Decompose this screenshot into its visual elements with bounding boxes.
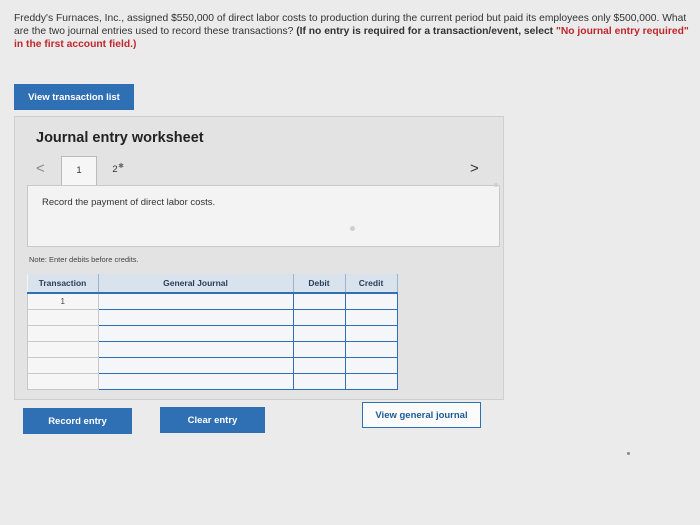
instruction-panel [27, 185, 500, 247]
worksheet-title: Journal entry worksheet [36, 130, 204, 146]
transaction-cell [27, 341, 99, 358]
transaction-cell [27, 357, 99, 374]
clear-entry-button[interactable]: Clear entry [160, 407, 265, 433]
screen-speck [627, 452, 630, 455]
account-select[interactable] [97, 325, 294, 342]
tab-2[interactable]: 2 ✱ [100, 160, 130, 184]
note-text: Note: Enter debits before credits. [29, 255, 139, 264]
screen-speck [350, 226, 355, 231]
record-entry-button[interactable]: Record entry [23, 408, 132, 434]
account-select[interactable] [97, 357, 294, 374]
table-row [27, 373, 398, 390]
view-general-journal-button[interactable]: View general journal [362, 402, 481, 428]
view-transaction-list-button[interactable]: View transaction list [14, 84, 134, 110]
instruction-text: Record the payment of direct labor costs… [42, 197, 216, 208]
tab-1[interactable]: 1 [61, 156, 97, 186]
account-select[interactable] [97, 292, 294, 310]
debit-input[interactable] [292, 292, 346, 310]
credit-input[interactable] [344, 309, 398, 326]
header-debit: Debit [293, 274, 346, 294]
table-row [27, 309, 398, 326]
transaction-cell: 1 [27, 292, 99, 310]
debit-input[interactable] [292, 357, 346, 374]
credit-input[interactable] [344, 325, 398, 342]
table-row [27, 341, 398, 358]
account-select[interactable] [97, 341, 294, 358]
next-arrow-icon[interactable]: > [470, 160, 479, 177]
screen-speck [494, 183, 498, 187]
debit-input[interactable] [292, 309, 346, 326]
debit-input[interactable] [292, 373, 346, 390]
table-row [27, 325, 398, 342]
header-transaction: Transaction [27, 274, 99, 294]
credit-input[interactable] [344, 292, 398, 310]
account-select[interactable] [97, 373, 294, 390]
credit-input[interactable] [344, 373, 398, 390]
header-credit: Credit [345, 274, 398, 294]
transaction-cell [27, 373, 99, 390]
question-text: Freddy's Furnaces, Inc., assigned $550,0… [14, 12, 690, 51]
table-row [27, 357, 398, 374]
debit-input[interactable] [292, 341, 346, 358]
debit-input[interactable] [292, 325, 346, 342]
journal-header-row: Transaction General Journal Debit Credit [27, 274, 398, 294]
header-general-journal: General Journal [98, 274, 294, 294]
transaction-cell [27, 325, 99, 342]
credit-input[interactable] [344, 341, 398, 358]
account-select[interactable] [97, 309, 294, 326]
question-instruction-prefix: (If no entry is required for a transacti… [296, 26, 556, 37]
transaction-cell [27, 309, 99, 326]
prev-arrow-icon[interactable]: < [36, 160, 45, 177]
journal-table: Transaction General Journal Debit Credit… [27, 274, 398, 390]
tab-2-label: 2 [112, 164, 118, 175]
asterisk-icon: ✱ [118, 163, 124, 170]
tab-1-label: 1 [76, 165, 82, 176]
credit-input[interactable] [344, 357, 398, 374]
table-row: 1 [27, 292, 398, 310]
